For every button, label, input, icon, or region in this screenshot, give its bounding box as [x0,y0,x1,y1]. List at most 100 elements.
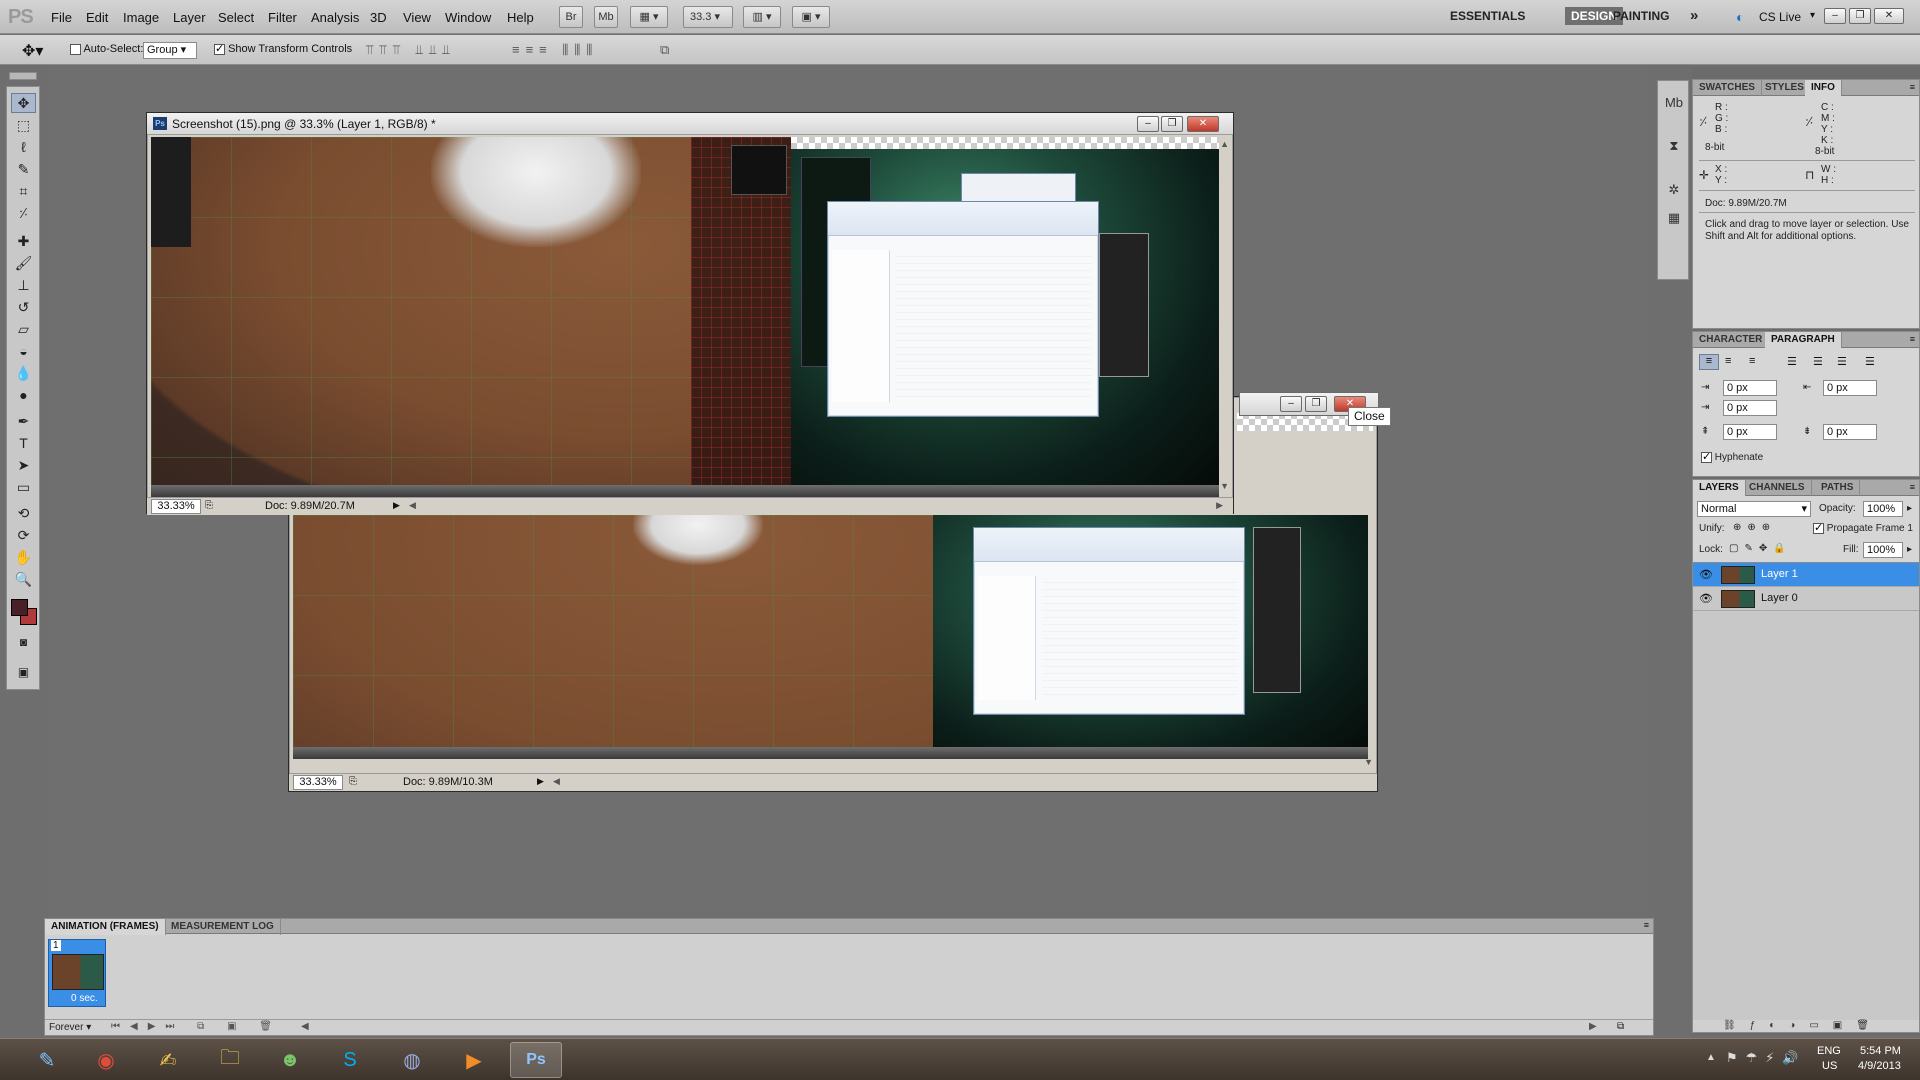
indent-right-field[interactable]: 0 px [1823,380,1877,396]
skype-icon[interactable]: S [324,1042,376,1078]
fill-arrow-icon[interactable]: ▸ [1907,544,1912,555]
lasso-tool-icon[interactable]: ℓ [11,137,36,157]
layers-footer-icons[interactable]: ⛓ƒ◐◑▭▣🗑 [1693,1020,1919,1032]
loop-dropdown[interactable]: Forever ▾ [49,1022,91,1033]
menu-file[interactable]: File [51,10,72,25]
cslive-button[interactable]: CS Live [1759,10,1801,24]
view-extras-dropdown[interactable]: ▦ ▾ [630,6,668,28]
navigator-panel-icon[interactable]: ▦ [1663,207,1685,229]
paint-bucket-icon[interactable]: ◒ [11,341,36,361]
space-before-field[interactable]: 0 px [1723,424,1777,440]
eraser-tool-icon[interactable]: ▱ [11,319,36,339]
move-tool-icon[interactable]: ✥ [11,93,36,113]
bridge-button[interactable]: Br [559,6,583,28]
layer-row-layer-0[interactable]: 👁 Layer 0 [1693,587,1919,611]
3d-rotate-icon[interactable]: ⟲ [11,503,36,523]
align-icons[interactable]: ⫪⫪⫪ ⫫⫫⫫ [366,42,456,58]
path-select-icon[interactable]: ➤ [11,455,36,475]
restore-button[interactable]: ❐ [1161,116,1183,132]
document-canvas[interactable] [151,137,1219,497]
tools-collapse-bar[interactable] [9,72,37,80]
quick-mask-icon[interactable]: ◙ [11,632,36,652]
people-icon[interactable]: ☻ [264,1042,316,1078]
frame-delay[interactable]: 0 sec. [71,993,98,1004]
zoom-field[interactable]: 33.33% [151,499,201,514]
eyedropper-tool-icon[interactable]: ⸓ [11,203,36,223]
actions-panel-icon[interactable]: ✲ [1663,179,1685,201]
hyphenate-checkbox[interactable] [1701,450,1712,463]
stamp-tool-icon[interactable]: ⊥ [11,275,36,295]
visibility-eye-icon[interactable]: 👁 [1699,592,1713,605]
marquee-tool-icon[interactable]: ⬚ [11,115,36,135]
align-left-icon[interactable]: ≡ [1699,354,1719,370]
menu-layer[interactable]: Layer [173,10,206,25]
explorer-icon[interactable]: 🗀 [204,1042,256,1078]
propagate-checkbox[interactable] [1813,521,1824,534]
tab-measurement-log[interactable]: MEASUREMENT LOG [165,919,281,935]
menu-filter[interactable]: Filter [268,10,297,25]
auto-select-dropdown[interactable]: Group ▾ [143,42,197,59]
menu-image[interactable]: Image [123,10,159,25]
quick-select-tool-icon[interactable]: ✎ [11,159,36,179]
playback-controls-icons[interactable]: ⏮◀▶⏭ ⧉ ▣ 🗑 [111,1021,282,1032]
restore-button-2[interactable]: ❐ [1305,396,1327,412]
dodge-tool-icon[interactable]: ● [11,385,36,405]
tab-paragraph[interactable]: PARAGRAPH [1765,332,1842,348]
screen-mode-icon[interactable]: ▣ [11,662,36,682]
justify-left-icon[interactable]: ☰ [1787,355,1797,368]
type-tool-icon[interactable]: T [11,433,36,453]
3d-orbit-icon[interactable]: ⟳ [11,525,36,545]
tab-character[interactable]: CHARACTER [1693,332,1770,348]
tray-arrow-icon[interactable]: ▲ [1706,1052,1716,1063]
tab-animation-frames[interactable]: ANIMATION (FRAMES) [45,919,166,935]
timeline-toggle-icon[interactable]: ⧉ [1617,1021,1624,1032]
hand-tool-icon[interactable]: ✋ [11,547,36,567]
zoom-tool-icon[interactable]: 🔍 [11,569,36,589]
show-transform-option[interactable]: Show Transform Controls [214,42,352,55]
bridge-panel-icon[interactable]: Mb [1663,91,1685,113]
justify-center-icon[interactable]: ☰ [1813,355,1823,368]
app-restore-button[interactable]: ❐ [1849,8,1871,24]
menu-edit[interactable]: Edit [86,10,108,25]
align-center-icon[interactable]: ≡ [1725,355,1731,367]
tab-styles[interactable]: STYLES [1759,80,1811,96]
scroll-left-icon[interactable]: ◀ [409,500,416,511]
workspace-painting[interactable]: PAINTING [1613,9,1669,23]
move-tool-icon[interactable]: ✥▾ [22,41,43,61]
lock-icons[interactable]: ▢✎✥🔒 [1729,543,1792,554]
chrome-icon[interactable]: ◉ [80,1042,132,1078]
tab-layers[interactable]: LAYERS [1693,480,1746,496]
menu-help[interactable]: Help [507,10,534,25]
brush-tool-icon[interactable]: 🖌 [11,253,36,273]
scroll-down-icon[interactable]: ▼ [1364,757,1373,767]
visibility-eye-icon[interactable]: 👁 [1699,568,1713,581]
tab-info[interactable]: INFO [1805,80,1842,96]
foreground-color-swatch[interactable] [11,599,28,616]
panel-menu-icon[interactable]: ≡ [1910,334,1915,344]
scroll-right-icon[interactable]: ▶ [1589,1021,1597,1032]
language-indicator[interactable]: ENG [1817,1045,1841,1057]
opacity-arrow-icon[interactable]: ▸ [1907,503,1912,514]
blur-tool-icon[interactable]: 💧 [11,363,36,383]
menu-analysis[interactable]: Analysis [311,10,359,25]
status-menu-arrow-icon[interactable]: ▶ [537,776,544,787]
tray-icons[interactable]: ⚑☂⚡🔊 [1726,1050,1807,1066]
unify-icons[interactable]: ⊕⊕⊕ [1733,522,1776,533]
menu-view[interactable]: View [403,10,431,25]
workspace-essentials[interactable]: ESSENTIALS [1450,9,1525,23]
pen-tool-icon[interactable]: ✒ [11,411,36,431]
network-app-icon[interactable]: ◍ [386,1042,438,1078]
screen-mode-dropdown[interactable]: ▣ ▾ [792,6,830,28]
minimize-button[interactable]: – [1137,116,1159,132]
zoom-dropdown[interactable]: 33.3 ▾ [683,6,733,28]
clock-time[interactable]: 5:54 PM [1860,1045,1901,1057]
distribute-icons[interactable]: ≡≡≡ ⫼⫼⫼ [512,42,598,58]
hyphenate-option[interactable]: Hyphenate [1701,450,1763,463]
auto-select-checkbox[interactable] [70,43,81,55]
more-workspaces-button[interactable]: » [1690,7,1698,24]
history-panel-icon[interactable]: ⧗ [1663,135,1685,157]
menu-window[interactable]: Window [445,10,491,25]
tab-swatches[interactable]: SWATCHES [1693,80,1762,96]
scroll-left-icon[interactable]: ◀ [553,776,560,787]
auto-select-option[interactable]: Auto-Select: [70,43,143,55]
